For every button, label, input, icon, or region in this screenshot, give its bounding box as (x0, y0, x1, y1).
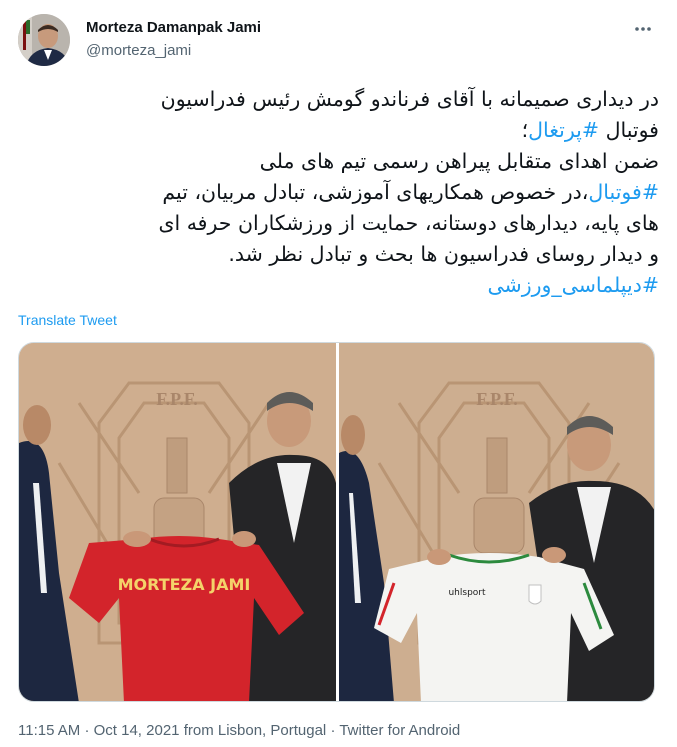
tweet-line: در دیداری صمیمانه با آقای فرناندو گومش ر… (18, 84, 659, 115)
tweet-line: ضمن اهدای متقابل پیراهن رسمی تیم های ملی (18, 146, 659, 177)
tweet-meta: 11:15 AM · Oct 14, 2021 from Lisbon, Por… (18, 722, 460, 739)
tweet-source[interactable]: Twitter for Android (339, 722, 460, 739)
tweet-line-text: ضمن اهدای متقابل پیراهن رسمی تیم های ملی (259, 149, 659, 173)
meta-separator: · (84, 722, 90, 739)
tweet-date[interactable]: Oct 14, 2021 (94, 722, 180, 739)
tweet-line-text: در دیداری صمیمانه با آقای فرناندو گومش ر… (160, 87, 659, 111)
wall-emblem-text: F.P.F. (476, 389, 518, 409)
avatar[interactable] (18, 14, 70, 66)
wall-emblem-text: F.P.F. (156, 389, 198, 409)
hashtag-link[interactable]: #پرتغال (528, 118, 599, 142)
photo-white-jersey[interactable]: F.P.F. uhlsport (339, 343, 654, 701)
tweet-time[interactable]: 11:15 AM (18, 722, 80, 739)
more-horizontal-icon[interactable] (628, 18, 658, 40)
tweet-line: فوتبال #پرتغال؛ (18, 115, 659, 146)
author-handle[interactable]: @morteza_jami (86, 42, 191, 59)
hashtag-link[interactable]: #فوتبال (588, 180, 659, 204)
tweet-line-text: ،در خصوص همکاریهای آموزشی، تبادل مربیان،… (162, 180, 589, 204)
tweet-line: و دیدار روسای فدراسیون ها بحث و تبادل نظ… (18, 239, 659, 270)
tweet-line: #دیپلماسی_ورزشی (18, 270, 659, 301)
tweet-line: #فوتبال،در خصوص همکاریهای آموزشی، تبادل … (18, 177, 659, 208)
media-grid: F.P.F. MORTEZA JAMI F.P.F. uhlsport (18, 342, 655, 702)
translate-tweet-link[interactable]: Translate Tweet (18, 312, 117, 328)
tweet-header: Morteza Damanpak Jami @morteza_jami (18, 14, 658, 70)
photo-red-jersey[interactable]: F.P.F. MORTEZA JAMI (19, 343, 336, 701)
jersey-name-text: MORTEZA JAMI (118, 575, 251, 594)
tweet-line-text: فوتبال (599, 118, 659, 142)
meta-separator: · (330, 722, 336, 739)
author-name[interactable]: Morteza Damanpak Jami (86, 19, 261, 36)
tweet-line-text: و دیدار روسای فدراسیون ها بحث و تبادل نظ… (228, 242, 659, 266)
tweet-line: های پایه، دیدارهای دوستانه، حمایت از ورز… (18, 208, 659, 239)
tweet-text: در دیداری صمیمانه با آقای فرناندو گومش ر… (18, 84, 659, 301)
tweet-location[interactable]: from Lisbon, Portugal (184, 722, 327, 739)
tweet-line-text: های پایه، دیدارهای دوستانه، حمایت از ورز… (158, 211, 659, 235)
jersey-brand-text: uhlsport (448, 588, 486, 598)
hashtag-link[interactable]: #دیپلماسی_ورزشی (487, 273, 659, 297)
